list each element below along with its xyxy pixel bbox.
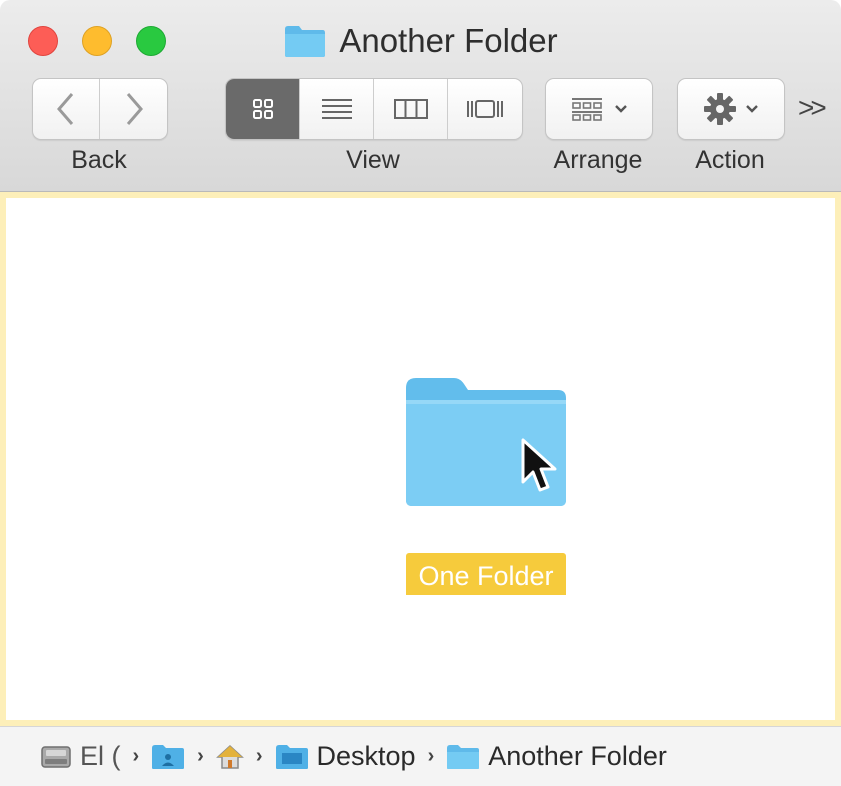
path-crumb-desktop-label: Desktop [316,741,416,771]
back-label: Back [71,146,127,174]
gallery-view-button[interactable] [448,79,522,139]
path-crumb-disk-label: El ( [80,741,121,771]
action-label: Action [695,146,765,174]
path-crumb-current[interactable]: Another Folder [446,741,667,772]
path-separator-icon: › [132,745,140,767]
chevron-down-icon [615,105,627,113]
finder-window: Another Folder >> Back View Arrange Acti… [0,0,841,786]
folder-icon [447,744,480,769]
action-group [677,78,785,140]
window-title: Another Folder [339,22,558,59]
disk-icon [41,745,71,768]
gear-icon [704,93,736,125]
view-label: View [346,146,400,174]
arrange-button[interactable] [546,79,652,139]
chevron-left-icon [57,93,74,125]
folder-item-icon-wrap [402,374,570,515]
window-title-area: Another Folder [0,20,841,62]
folder-item[interactable]: One Folder [386,374,586,595]
path-bar: El ( › › › Desktop › Another Folder [0,726,841,786]
path-crumb-desktop[interactable]: Desktop [275,741,416,772]
list-lines-icon [321,99,352,119]
back-button[interactable] [33,79,100,139]
icon-view-button[interactable] [226,79,300,139]
path-separator-icon: › [197,745,204,767]
chevron-right-icon [126,93,143,125]
folder-icon [275,744,308,769]
home-icon [215,744,244,769]
arrange-grid-icon [572,98,602,121]
folder-icon [285,26,326,57]
path-crumb-disk[interactable]: El ( [40,741,121,772]
path-crumb-user[interactable] [151,744,185,770]
chevron-down-icon [746,105,758,113]
path-crumb-home[interactable] [215,744,244,770]
forward-button[interactable] [100,79,167,139]
toolbar-overflow-button[interactable]: >> [798,92,827,124]
list-view-button[interactable] [300,79,374,139]
back-forward-group [32,78,168,140]
mouse-pointer-icon [521,438,557,492]
arrange-group [545,78,653,140]
toolbar: Another Folder >> Back View Arrange Acti… [0,0,841,192]
path-separator-icon: › [427,745,435,767]
folder-content-area[interactable]: One Folder [0,192,841,726]
view-mode-group [225,78,523,140]
user-folder-icon [152,744,185,769]
folder-name-label[interactable]: One Folder [406,553,566,595]
icon-grid-icon [252,99,273,119]
path-separator-icon: › [255,745,263,767]
path-crumb-current-label: Another Folder [488,741,667,771]
column-view-button[interactable] [374,79,448,139]
cover-flow-icon [467,100,503,118]
arrange-label: Arrange [553,146,643,174]
action-button[interactable] [678,79,784,139]
columns-icon [393,99,428,119]
